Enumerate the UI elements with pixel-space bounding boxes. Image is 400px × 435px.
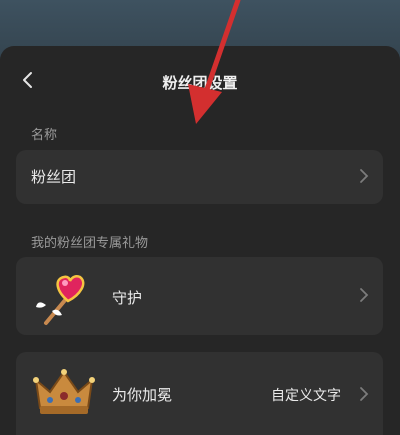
gifts-section-label: 我的粉丝团专属礼物 — [31, 236, 149, 251]
gift-name: 为你加冕 — [112, 386, 173, 404]
heart-wand-icon — [32, 265, 96, 333]
fan-club-settings-sheet: 粉丝团设置 名称 粉丝团 我的粉丝团专属礼物 守护 为你加冕 自定义文字 — [0, 46, 400, 435]
gift-row-crown[interactable]: 为你加冕 自定义文字 — [16, 352, 383, 435]
gift-name: 守护 — [112, 289, 143, 307]
name-row[interactable]: 粉丝团 — [16, 150, 383, 204]
chevron-right-icon — [359, 287, 369, 307]
chevron-right-icon — [359, 386, 369, 406]
chevron-right-icon — [359, 168, 369, 188]
name-value: 粉丝团 — [31, 168, 77, 186]
gift-custom-text: 自定义文字 — [271, 388, 341, 404]
sheet-header: 粉丝团设置 — [0, 46, 400, 114]
crown-icon — [32, 362, 96, 426]
page-title: 粉丝团设置 — [162, 74, 238, 92]
name-section-label: 名称 — [31, 128, 58, 143]
gift-row-guard[interactable]: 守护 — [16, 257, 383, 335]
